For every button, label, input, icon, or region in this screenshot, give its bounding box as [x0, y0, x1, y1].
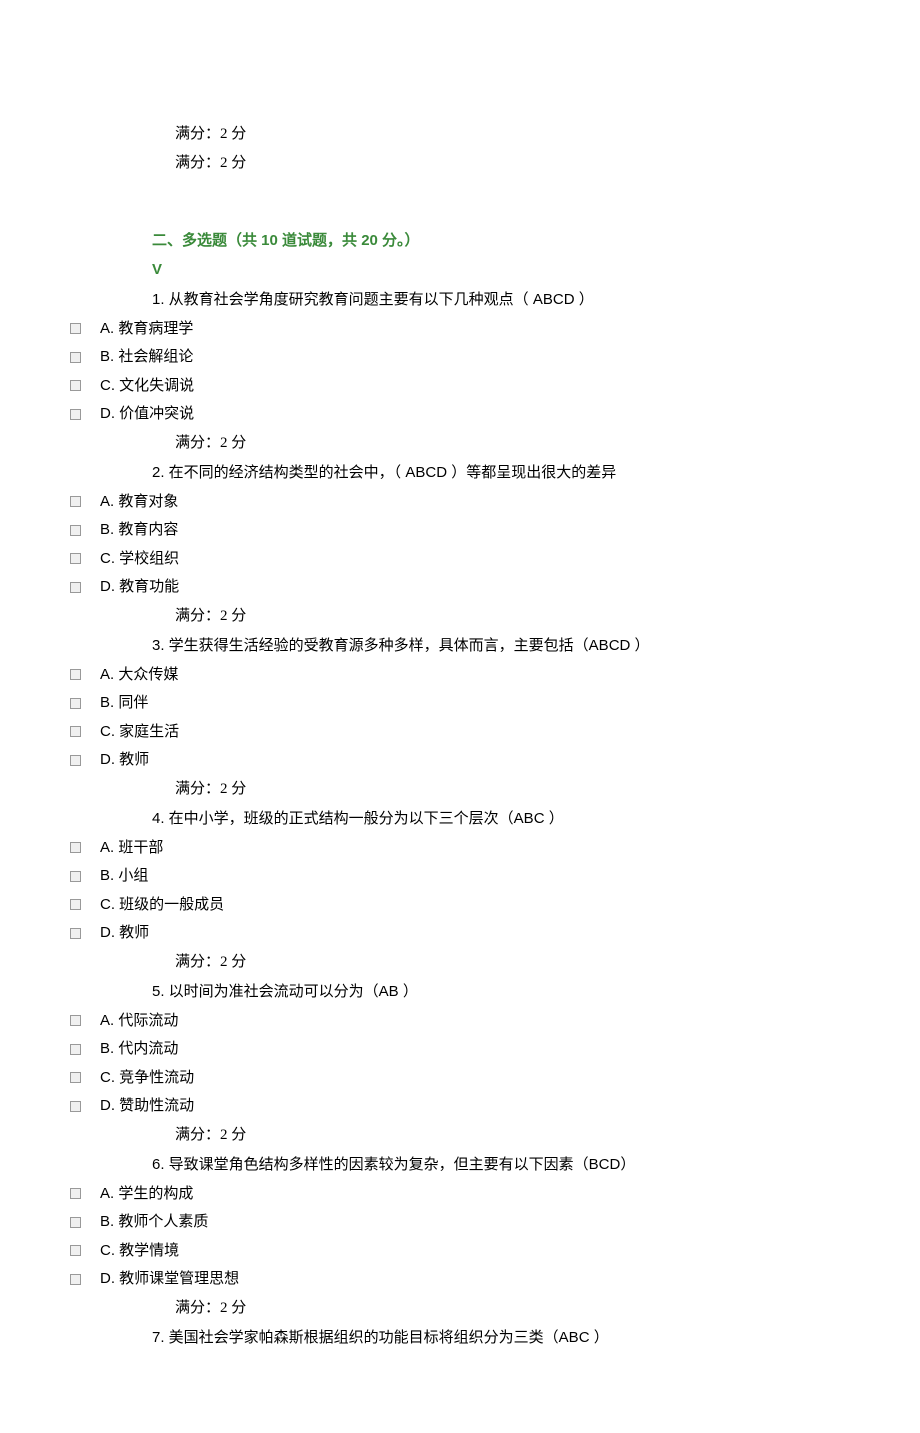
option-row: C. 学校组织 [70, 545, 840, 574]
option-label: C. 教学情境 [100, 1237, 179, 1266]
option-row: D. 教师课堂管理思想 [70, 1265, 840, 1294]
question-text: 3. 学生获得生活经验的受教育源多种多样，具体而言，主要包括（ABCD ） [152, 632, 840, 661]
option-label: D. 价值冲突说 [100, 400, 194, 429]
option-label: A. 学生的构成 [100, 1180, 193, 1209]
question-text: 5. 以时间为准社会流动可以分为（AB ） [152, 978, 840, 1007]
checkbox-icon[interactable] [70, 899, 81, 910]
option-label: A. 班干部 [100, 834, 163, 863]
option-label: C. 竞争性流动 [100, 1064, 194, 1093]
option-label: B. 代内流动 [100, 1035, 178, 1064]
option-label: B. 社会解组论 [100, 343, 193, 372]
option-row: B. 同伴 [70, 689, 840, 718]
option-row: B. 教育内容 [70, 516, 840, 545]
section-title: 二、多选题（共 10 道试题，共 20 分。） [152, 227, 840, 256]
checkbox-icon[interactable] [70, 698, 81, 709]
option-row: A. 教育病理学 [70, 315, 840, 344]
option-row: C. 竞争性流动 [70, 1064, 840, 1093]
option-label: B. 同伴 [100, 689, 148, 718]
checkbox-icon[interactable] [70, 1188, 81, 1199]
checkbox-icon[interactable] [70, 928, 81, 939]
option-label: C. 文化失调说 [100, 372, 194, 401]
checkbox-icon[interactable] [70, 1274, 81, 1285]
checkbox-icon[interactable] [70, 1044, 81, 1055]
score-line: 满分：2 分 [175, 120, 840, 149]
option-label: C. 学校组织 [100, 545, 179, 574]
checkbox-icon[interactable] [70, 380, 81, 391]
option-row: D. 教育功能 [70, 573, 840, 602]
option-label: D. 教师 [100, 746, 149, 775]
option-row: A. 大众传媒 [70, 661, 840, 690]
question-text: 6. 导致课堂角色结构多样性的因素较为复杂，但主要有以下因素（BCD） [152, 1151, 840, 1180]
question-text: 4. 在中小学，班级的正式结构一般分为以下三个层次（ABC ） [152, 805, 840, 834]
option-row: D. 价值冲突说 [70, 400, 840, 429]
option-row: C. 文化失调说 [70, 372, 840, 401]
option-label: B. 教师个人素质 [100, 1208, 208, 1237]
score-line: 满分：2 分 [175, 149, 840, 178]
checkbox-icon[interactable] [70, 582, 81, 593]
checkbox-icon[interactable] [70, 409, 81, 420]
option-row: D. 教师 [70, 746, 840, 775]
checkbox-icon[interactable] [70, 496, 81, 507]
option-row: B. 教师个人素质 [70, 1208, 840, 1237]
option-label: D. 教育功能 [100, 573, 179, 602]
score-line: 满分：2 分 [175, 602, 840, 631]
checkbox-icon[interactable] [70, 755, 81, 766]
score-line: 满分：2 分 [175, 1294, 840, 1323]
option-row: B. 代内流动 [70, 1035, 840, 1064]
option-row: D. 赞助性流动 [70, 1092, 840, 1121]
score-line: 满分：2 分 [175, 429, 840, 458]
checkbox-icon[interactable] [70, 842, 81, 853]
checkbox-icon[interactable] [70, 525, 81, 536]
option-row: D. 教师 [70, 919, 840, 948]
checkbox-icon[interactable] [70, 726, 81, 737]
checkbox-icon[interactable] [70, 352, 81, 363]
option-label: D. 教师 [100, 919, 149, 948]
option-label: A. 教育对象 [100, 488, 178, 517]
option-label: A. 代际流动 [100, 1007, 178, 1036]
score-line: 满分：2 分 [175, 948, 840, 977]
option-row: C. 家庭生活 [70, 718, 840, 747]
option-label: C. 班级的一般成员 [100, 891, 224, 920]
checkbox-icon[interactable] [70, 1072, 81, 1083]
option-row: B. 小组 [70, 862, 840, 891]
option-row: C. 班级的一般成员 [70, 891, 840, 920]
document-content: 满分：2 分 满分：2 分 二、多选题（共 10 道试题，共 20 分。） V … [100, 120, 840, 1353]
checkbox-icon[interactable] [70, 1245, 81, 1256]
section-mark: V [152, 256, 840, 285]
score-line: 满分：2 分 [175, 775, 840, 804]
option-row: A. 学生的构成 [70, 1180, 840, 1209]
question-text: 1. 从教育社会学角度研究教育问题主要有以下几种观点（ ABCD ） [152, 286, 840, 315]
question-text: 7. 美国社会学家帕森斯根据组织的功能目标将组织分为三类（ABC ） [152, 1324, 840, 1353]
option-label: B. 小组 [100, 862, 148, 891]
checkbox-icon[interactable] [70, 669, 81, 680]
option-label: A. 教育病理学 [100, 315, 193, 344]
option-row: A. 代际流动 [70, 1007, 840, 1036]
checkbox-icon[interactable] [70, 871, 81, 882]
score-line: 满分：2 分 [175, 1121, 840, 1150]
checkbox-icon[interactable] [70, 553, 81, 564]
option-label: A. 大众传媒 [100, 661, 178, 690]
option-label: D. 教师课堂管理思想 [100, 1265, 239, 1294]
option-label: C. 家庭生活 [100, 718, 179, 747]
option-label: B. 教育内容 [100, 516, 178, 545]
checkbox-icon[interactable] [70, 1101, 81, 1112]
question-text: 2. 在不同的经济结构类型的社会中，（ ABCD ）等都呈现出很大的差异 [152, 459, 840, 488]
checkbox-icon[interactable] [70, 323, 81, 334]
option-row: B. 社会解组论 [70, 343, 840, 372]
option-row: A. 教育对象 [70, 488, 840, 517]
checkbox-icon[interactable] [70, 1015, 81, 1026]
checkbox-icon[interactable] [70, 1217, 81, 1228]
option-label: D. 赞助性流动 [100, 1092, 194, 1121]
option-row: C. 教学情境 [70, 1237, 840, 1266]
option-row: A. 班干部 [70, 834, 840, 863]
